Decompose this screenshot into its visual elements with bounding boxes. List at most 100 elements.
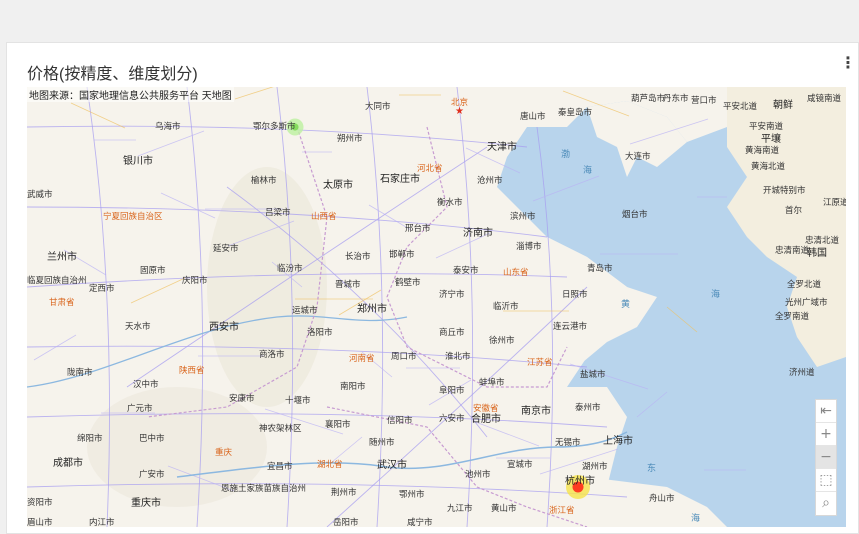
city-label: 信阳市 <box>387 415 413 425</box>
reset-north-button[interactable]: ⇤ <box>816 400 836 423</box>
city-label: 舟山市 <box>649 493 675 503</box>
city-label: 荆州市 <box>331 487 357 497</box>
city-label: 宜昌市 <box>267 461 293 471</box>
city-label: 大连市 <box>625 151 651 161</box>
road <box>234 87 274 100</box>
city-label: 洛阳市 <box>307 327 333 337</box>
city-label: 杭州市 <box>565 476 595 487</box>
city-label: 咸宁市 <box>407 517 433 527</box>
zoom-in-button[interactable]: + <box>816 423 836 446</box>
province-label: 重庆 <box>215 447 233 457</box>
vertical-ellipsis-icon[interactable]: ⋮ <box>840 56 856 72</box>
city-label: 神农架林区 <box>259 423 302 433</box>
city-label: 沧州市 <box>477 175 503 185</box>
city-label: 临汾市 <box>277 263 303 273</box>
city-label: 十堰市 <box>285 395 311 405</box>
city-label: 兰州市 <box>47 252 77 263</box>
city-label: 石家庄市 <box>380 174 420 185</box>
city-label: 朝鲜 <box>773 100 793 111</box>
city-label: 无锡市 <box>555 437 581 447</box>
chart-card: 价格(按精度、维度划分) ⋮ 大同市 乌海市 鄂尔多斯市 朔州市 唐山市秦皇岛市… <box>6 42 859 534</box>
city-label: 榆林市 <box>251 175 277 185</box>
city-label: 全罗南道 <box>775 311 810 321</box>
city-label: 长治市 <box>345 251 371 261</box>
city-label: 广元市 <box>127 403 153 413</box>
city-label: 天津市 <box>487 142 517 153</box>
city-label: 郑州市 <box>357 304 387 315</box>
city-label: 邯郸市 <box>389 249 415 259</box>
city-label: 资阳市 <box>27 497 53 507</box>
city-label: 鄂州市 <box>399 489 425 499</box>
search-button[interactable]: ⌕ <box>816 492 836 515</box>
city-label: 黄海南道 <box>745 145 780 155</box>
city-label: 银川市 <box>123 156 153 167</box>
map-view[interactable]: 大同市 乌海市 鄂尔多斯市 朔州市 唐山市 秦皇岛市 天津市 葫芦岛市 银川市 榆林市 太原市 石家庄… <box>27 87 846 527</box>
province-label: 浙江省 <box>549 505 575 515</box>
city-label: 咸镜南道 <box>807 93 842 103</box>
city-label: 江原道 <box>823 197 846 207</box>
city-label: 济州道 <box>789 367 815 377</box>
city-label: 黄海北道 <box>751 161 786 171</box>
city-label: 连云港市 <box>553 321 588 331</box>
city-label: 汉中市 <box>133 379 159 389</box>
minus-icon: − <box>820 449 832 465</box>
city-label: 眉山市 <box>27 517 53 527</box>
city-label: 延安市 <box>213 243 239 253</box>
cursor-select-icon: ⬚ <box>819 472 833 488</box>
city-label: 淮北市 <box>445 351 471 361</box>
road <box>160 192 216 219</box>
city-label: 丹东市 <box>663 93 689 103</box>
city-label: 上海市 <box>603 436 633 447</box>
city-label: 西安市 <box>209 322 239 333</box>
province-label: 宁夏回族自治区 <box>103 211 163 221</box>
sea-label: 海 <box>691 513 701 523</box>
sea-label: 海 <box>711 289 721 299</box>
city-label: 乌海市 <box>155 121 181 131</box>
city-label: 武汉市 <box>377 460 407 471</box>
city-label: 固原市 <box>140 265 166 275</box>
city-label: 武威市 <box>27 189 53 199</box>
sea-label: 东 <box>647 463 657 473</box>
city-label: 广安市 <box>139 469 165 479</box>
city-label: 鹤壁市 <box>395 277 421 287</box>
sea-label: 黄 <box>621 299 631 309</box>
capital-star-icon: ★ <box>455 106 464 117</box>
city-label: 商丘市 <box>439 327 465 337</box>
city-label: 商洛市 <box>259 349 285 359</box>
sea-label: 渤 <box>561 149 571 159</box>
city-label: 晋城市 <box>335 279 361 289</box>
city-label: 平安南道 <box>749 121 784 131</box>
city-label: 大同市 <box>365 101 391 111</box>
city-label: 唐山市 <box>520 111 546 121</box>
city-label: 开城特别市 <box>763 185 806 195</box>
city-label: 岳阳市 <box>333 517 359 527</box>
basemap <box>27 87 846 527</box>
city-label: 日照市 <box>562 289 588 299</box>
city-label: 临沂市 <box>493 301 519 311</box>
city-label: 秦皇岛市 <box>558 107 593 117</box>
city-label: 临夏回族自治州 <box>27 275 87 285</box>
city-label: 全罗北道 <box>787 279 822 289</box>
city-label: 天水市 <box>125 321 151 331</box>
city-label: 南京市 <box>521 406 551 417</box>
city-label: 营口市 <box>691 95 717 105</box>
sea-label: 海 <box>583 165 593 175</box>
card-title: 价格(按精度、维度划分) <box>27 66 198 83</box>
road <box>130 277 186 304</box>
city-label: 首尔 <box>785 205 803 215</box>
province-label: 安徽省 <box>473 403 499 413</box>
city-label: 平壤 <box>761 134 781 145</box>
city-label: 忠清南道 <box>775 245 810 255</box>
terrain-shade <box>207 167 327 407</box>
magnifier-icon: ⌕ <box>822 495 830 511</box>
map-controls: ⇤ + − ⬚ ⌕ <box>815 399 837 516</box>
city-label: 宣城市 <box>507 459 533 469</box>
city-label: 盐城市 <box>580 369 606 379</box>
zoom-out-button[interactable]: − <box>816 446 836 469</box>
province-label: 甘肃省 <box>49 297 75 307</box>
province-label: 江苏省 <box>527 357 553 367</box>
select-button[interactable]: ⬚ <box>816 469 836 492</box>
road <box>70 102 126 129</box>
city-label: 襄阳市 <box>325 419 351 429</box>
city-label: 太原市 <box>323 180 353 191</box>
